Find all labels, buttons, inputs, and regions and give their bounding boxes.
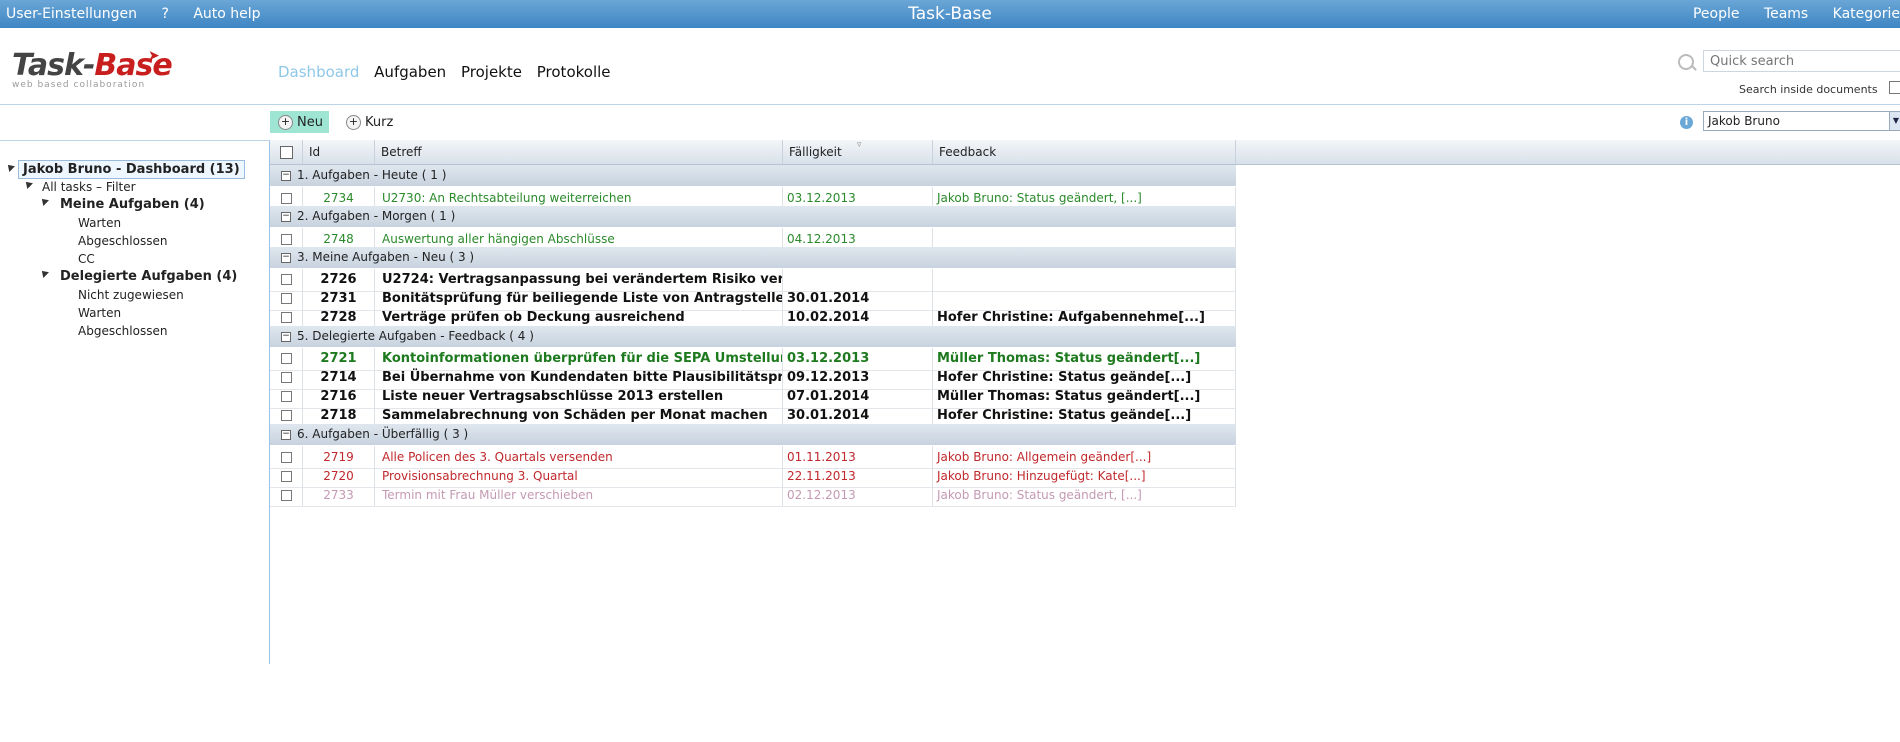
- tree-delegiert-nicht-zugewiesen[interactable]: Nicht zugewiesen: [78, 288, 184, 302]
- row-checkbox[interactable]: [280, 293, 292, 304]
- group-header[interactable]: −5. Delegierte Aufgaben - Feedback ( 4 ): [270, 326, 1236, 348]
- row-checkbox[interactable]: [280, 410, 292, 421]
- row-checkbox[interactable]: [280, 391, 292, 402]
- logo-swoosh-icon: ➤: [148, 48, 160, 64]
- group-header[interactable]: −6. Aufgaben - Überfällig ( 3 ): [270, 424, 1236, 446]
- expand-icon[interactable]: [5, 162, 15, 172]
- column-header-id[interactable]: Id: [303, 140, 375, 164]
- collapse-icon[interactable]: −: [281, 211, 291, 222]
- logo-text-base: Base: [94, 48, 172, 83]
- tree-meine-warten[interactable]: Warten: [78, 216, 121, 230]
- search-inside-docs-label: Search inside documents: [1739, 83, 1878, 96]
- tree-meine-cc[interactable]: CC: [78, 252, 95, 266]
- top-left-links: User-Einstellungen ? Auto help: [6, 6, 281, 22]
- user-settings-link[interactable]: User-Einstellungen: [6, 6, 137, 22]
- people-link[interactable]: People: [1693, 6, 1740, 22]
- row-checkbox[interactable]: [280, 312, 292, 323]
- info-icon[interactable]: i: [1680, 116, 1693, 129]
- teams-link[interactable]: Teams: [1764, 6, 1808, 22]
- app-title: Task-Base: [908, 4, 992, 24]
- cell-faelligkeit: 02.12.2013: [783, 484, 933, 506]
- collapse-icon[interactable]: −: [281, 170, 291, 181]
- header-divider: [0, 104, 1900, 105]
- table-row[interactable]: 2733 Termin mit Frau Müller verschieben 02…: [270, 484, 1236, 507]
- group-title: 6. Aufgaben - Überfällig ( 3 ): [297, 427, 469, 441]
- logo[interactable]: Task-Base ➤ web based collaboration: [12, 48, 173, 90]
- row-checkbox[interactable]: [280, 490, 292, 501]
- row-checkbox[interactable]: [280, 274, 292, 285]
- top-bar: User-Einstellungen ? Auto help Task-Base…: [0, 0, 1900, 28]
- kategorie-link[interactable]: Kategorie: [1833, 6, 1900, 22]
- group-title: 3. Meine Aufgaben - Neu ( 3 ): [297, 250, 475, 264]
- cell-betreff[interactable]: Termin mit Frau Müller verschieben: [375, 484, 783, 506]
- group-title: 5. Delegierte Aufgaben - Feedback ( 4 ): [297, 329, 534, 343]
- auto-help-link[interactable]: Auto help: [193, 6, 260, 22]
- search-icon[interactable]: [1678, 54, 1694, 70]
- row-checkbox[interactable]: [280, 234, 292, 245]
- collapse-icon[interactable]: −: [281, 252, 291, 263]
- main-nav: Dashboard Aufgaben Projekte Protokolle: [278, 63, 621, 81]
- nav-projekte[interactable]: Projekte: [461, 63, 522, 81]
- group-title: 1. Aufgaben - Heute ( 1 ): [297, 168, 447, 182]
- quick-search-input[interactable]: [1703, 50, 1900, 72]
- user-select-value: Jakob Bruno: [1708, 114, 1780, 128]
- help-link[interactable]: ?: [161, 6, 168, 22]
- tree-delegierte-aufgaben[interactable]: Delegierte Aufgaben (4): [60, 269, 237, 284]
- group-header[interactable]: −3. Meine Aufgaben - Neu ( 3 ): [270, 247, 1236, 269]
- nav-dashboard[interactable]: Dashboard: [278, 63, 359, 81]
- tree-delegiert-abgeschlossen[interactable]: Abgeschlossen: [78, 324, 167, 338]
- tree-meine-abgeschlossen[interactable]: Abgeschlossen: [78, 234, 167, 248]
- plus-icon: +: [346, 115, 361, 130]
- collapse-icon[interactable]: −: [281, 331, 291, 342]
- row-checkbox[interactable]: [280, 193, 292, 204]
- expand-icon[interactable]: [39, 196, 49, 206]
- top-right-links: People Teams Kategorie: [1673, 6, 1900, 22]
- cell-id: 2733: [303, 484, 375, 506]
- row-select-cell: [270, 484, 303, 506]
- expand-icon[interactable]: [23, 179, 33, 189]
- plus-icon: +: [278, 115, 293, 130]
- chevron-down-icon[interactable]: ▼: [1889, 112, 1900, 130]
- group-title: 2. Aufgaben - Morgen ( 1 ): [297, 209, 456, 223]
- grid-header: Id Betreff Fälligkeit ▿ Feedback: [270, 140, 1900, 165]
- new-task-button[interactable]: + Neu: [270, 111, 329, 133]
- cell-feedback: Jakob Bruno: Status geändert, [...]: [933, 484, 1236, 506]
- user-select[interactable]: Jakob Bruno ▼: [1703, 111, 1900, 131]
- row-checkbox[interactable]: [280, 372, 292, 383]
- tree-delegiert-warten[interactable]: Warten: [78, 306, 121, 320]
- collapse-icon[interactable]: −: [281, 429, 291, 440]
- column-header-feedback[interactable]: Feedback: [933, 140, 1236, 164]
- nav-protokolle[interactable]: Protokolle: [537, 63, 611, 81]
- row-checkbox[interactable]: [280, 452, 292, 463]
- expand-icon[interactable]: [39, 268, 49, 278]
- short-task-button[interactable]: + Kurz: [338, 111, 393, 133]
- sort-icon: ▿: [857, 140, 862, 150]
- row-checkbox[interactable]: [280, 353, 292, 364]
- column-header-betreff[interactable]: Betreff: [375, 140, 783, 164]
- group-header[interactable]: −2. Aufgaben - Morgen ( 1 ): [270, 206, 1236, 228]
- tree-all-tasks[interactable]: All tasks – Filter: [42, 180, 136, 194]
- tree-root[interactable]: Jakob Bruno - Dashboard (13): [18, 160, 245, 179]
- column-header-faelligkeit[interactable]: Fälligkeit ▿: [783, 140, 933, 164]
- search-inside-docs-checkbox[interactable]: [1889, 81, 1900, 94]
- group-header[interactable]: −1. Aufgaben - Heute ( 1 ): [270, 165, 1236, 187]
- nav-aufgaben[interactable]: Aufgaben: [374, 63, 446, 81]
- select-all-header[interactable]: [270, 140, 303, 164]
- tree-meine-aufgaben[interactable]: Meine Aufgaben (4): [60, 197, 205, 212]
- row-checkbox[interactable]: [280, 471, 292, 482]
- select-all-checkbox[interactable]: [279, 146, 293, 159]
- logo-text-task: Task-: [12, 48, 95, 83]
